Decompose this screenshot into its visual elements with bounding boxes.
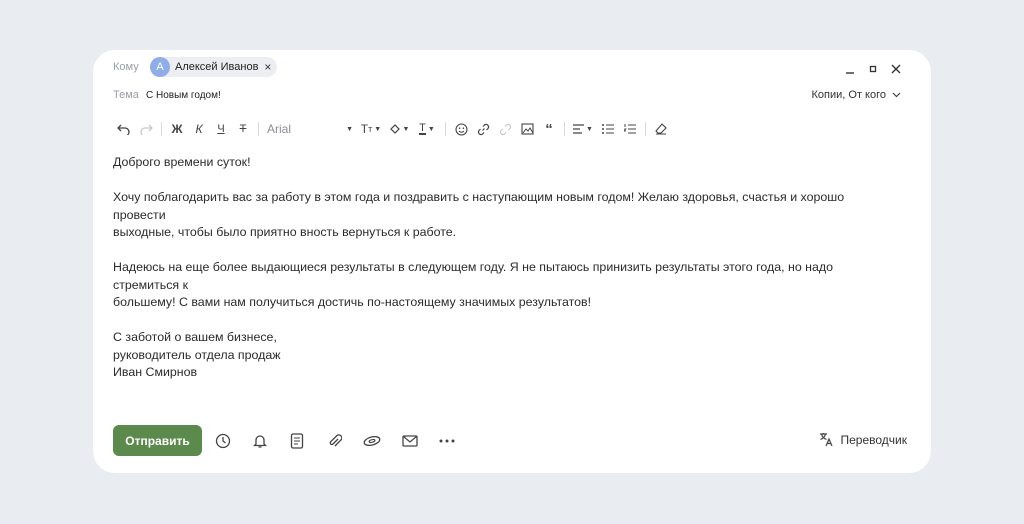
text-color-icon[interactable]: T ▼: [413, 120, 441, 138]
signature-line: Иван Смирнов: [113, 365, 198, 379]
restore-icon[interactable]: [864, 60, 882, 78]
template-icon[interactable]: [288, 432, 306, 450]
toolbar-divider: [445, 122, 446, 136]
close-icon[interactable]: [887, 60, 905, 78]
toolbar-divider: [564, 122, 565, 136]
subject-label: Тема: [113, 89, 139, 101]
clock-icon[interactable]: [214, 432, 232, 450]
translator-button[interactable]: Переводчик: [819, 432, 907, 447]
subject-input[interactable]: С Новым годом!: [146, 90, 221, 101]
italic-icon[interactable]: К: [188, 120, 210, 138]
disk-icon[interactable]: [363, 432, 381, 450]
bell-icon[interactable]: [251, 432, 269, 450]
signature-line: С заботой о вашем бизнесе,: [113, 330, 277, 344]
signature-line: руководитель отдела продаж: [113, 347, 281, 362]
toolbar-divider: [258, 122, 259, 136]
align-icon[interactable]: ▼: [569, 120, 597, 138]
undo-icon[interactable]: [113, 120, 135, 138]
bold-icon[interactable]: Ж: [166, 120, 188, 138]
recipient-chip[interactable]: А Алексей Иванов ×: [150, 57, 278, 77]
translator-label: Переводчик: [840, 432, 907, 447]
compose-window: Кому А Алексей Иванов × Тема С Новым год…: [93, 50, 931, 473]
underline-icon[interactable]: Ч: [210, 120, 232, 138]
greeting-line: Доброго времени суток!: [113, 155, 251, 169]
caret-down-icon: ▼: [346, 125, 353, 133]
format-toolbar: Ж К Ч Т Arial ▼ Tт ▼ ▼ T ▼ “ ▼: [113, 120, 672, 138]
font-select[interactable]: Arial ▼: [263, 122, 357, 136]
paragraph-line: выходные, чтобы было приятно вность верн…: [113, 225, 457, 239]
toolbar-divider: [645, 122, 646, 136]
paragraph-line: Хочу поблагодарить вас за работу в этом …: [113, 190, 845, 222]
to-label: Кому: [113, 61, 139, 73]
recipient-name: Алексей Иванов: [175, 61, 259, 73]
quote-icon[interactable]: “: [538, 120, 560, 138]
remove-recipient-button[interactable]: ×: [264, 61, 271, 73]
fill-color-icon[interactable]: ▼: [385, 120, 413, 138]
minimize-icon[interactable]: [841, 60, 859, 78]
unlink-icon[interactable]: [494, 120, 516, 138]
strikethrough-icon[interactable]: Т: [232, 120, 254, 138]
message-body[interactable]: Доброго времени суток! Хочу поблагодарит…: [113, 154, 873, 382]
clear-format-icon[interactable]: [650, 120, 672, 138]
bullet-list-icon[interactable]: [597, 120, 619, 138]
link-icon[interactable]: [472, 120, 494, 138]
copies-label: Копии, От кого: [811, 89, 886, 101]
send-button[interactable]: Отправить: [113, 425, 202, 456]
envelope-icon[interactable]: [401, 432, 419, 450]
chevron-down-icon: [892, 92, 901, 98]
paragraph-line: Надеюсь на еще более выдающиеся результа…: [113, 260, 834, 292]
numbered-list-icon[interactable]: [619, 120, 641, 138]
more-icon[interactable]: [438, 432, 456, 450]
copies-toggle[interactable]: Копии, От кого: [812, 89, 901, 101]
image-icon[interactable]: [516, 120, 538, 138]
emoji-icon[interactable]: [450, 120, 472, 138]
attach-icon[interactable]: [326, 432, 344, 450]
toolbar-divider: [161, 122, 162, 136]
redo-icon[interactable]: [135, 120, 157, 138]
avatar: А: [150, 57, 170, 77]
paragraph-line: большему! С вами нам получиться достичь …: [113, 295, 592, 309]
font-size-icon[interactable]: Tт ▼: [357, 120, 385, 138]
font-name: Arial: [267, 122, 292, 136]
translate-icon: [820, 433, 834, 447]
